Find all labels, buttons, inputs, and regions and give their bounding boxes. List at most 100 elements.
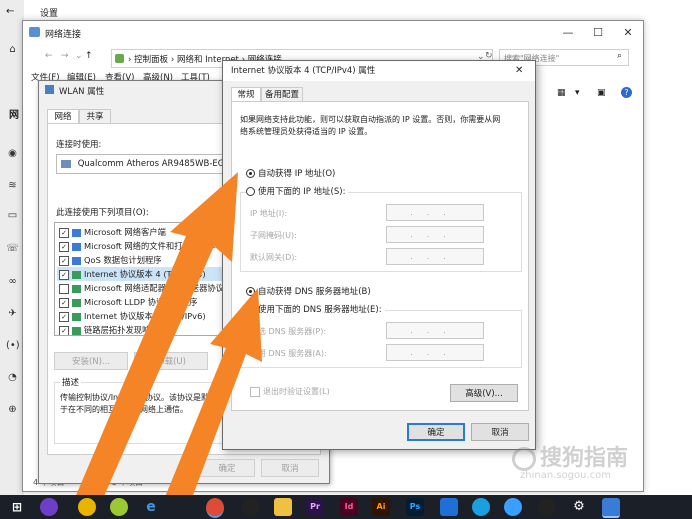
radio-selected-icon[interactable] bbox=[246, 287, 255, 296]
list-item[interactable]: ✓ 链路层拓扑发现响应程序 bbox=[59, 323, 176, 335]
checkbox-icon[interactable] bbox=[59, 283, 69, 294]
list-item[interactable]: ✓ Internet 协议版本 6 (TCP/IPv6) bbox=[59, 309, 206, 323]
advanced-button[interactable]: 高级(V)... bbox=[450, 384, 518, 402]
help-icon[interactable]: ? bbox=[621, 87, 632, 98]
tab-sharing[interactable]: 共享 bbox=[79, 109, 111, 124]
breadcrumb-item[interactable]: 控制面板 bbox=[134, 55, 168, 65]
checkbox-icon[interactable]: ✓ bbox=[59, 325, 69, 335]
checkbox-icon[interactable]: ✓ bbox=[59, 297, 69, 308]
home-icon[interactable]: ⌂ bbox=[6, 44, 19, 56]
settings-icon[interactable]: ⚙ bbox=[570, 498, 588, 516]
auto-ip-radio[interactable]: 自动获得 IP 地址(O) bbox=[246, 168, 335, 180]
windows-icon[interactable]: ⊞ bbox=[8, 498, 26, 516]
list-item[interactable]: ✓ QoS 数据包计划程序 bbox=[59, 253, 162, 267]
view-dropdown-icon[interactable]: ▾ bbox=[575, 88, 580, 98]
cortana-icon[interactable] bbox=[40, 498, 58, 516]
forward-arrow-icon[interactable]: → bbox=[61, 51, 69, 61]
network-adapter-icon bbox=[61, 159, 71, 168]
ipv4-cancel-button[interactable]: 取消 bbox=[471, 423, 529, 441]
validate-on-exit-checkbox[interactable]: 退出时验证设置(L) bbox=[250, 386, 330, 398]
alternate-dns-field[interactable]: ... bbox=[386, 344, 484, 361]
edge-icon[interactable]: e bbox=[142, 498, 160, 516]
list-item[interactable]: ✓ Microsoft 网络的文件和打印机共享 bbox=[59, 239, 216, 253]
network-icon[interactable] bbox=[602, 498, 620, 518]
ethernet-icon[interactable]: ▭ bbox=[6, 210, 19, 222]
up-arrow-icon[interactable]: ↑ bbox=[85, 51, 93, 61]
list-item[interactable]: Microsoft 网络适配器多路传送器协议 bbox=[59, 281, 224, 295]
security-icon[interactable] bbox=[440, 498, 458, 516]
checkbox-icon[interactable]: ✓ bbox=[59, 255, 69, 266]
settings-title: 设置 bbox=[40, 9, 59, 19]
intro-text: 络系统管理员处获得适当的 IP 设置。 bbox=[240, 127, 373, 136]
qq-browser-icon[interactable] bbox=[110, 498, 128, 516]
globe-icon[interactable]: ◉ bbox=[6, 148, 19, 160]
install-button[interactable]: 安装(N)... bbox=[54, 352, 128, 370]
store-icon[interactable] bbox=[78, 498, 96, 516]
indesign-icon[interactable]: Id bbox=[340, 498, 358, 516]
wifi-icon[interactable]: ≋ bbox=[6, 180, 19, 192]
preview-pane-icon[interactable]: ▣ bbox=[597, 88, 606, 98]
list-item-label: Internet 协议版本 4 (TCP/IPv4) bbox=[84, 269, 206, 279]
auto-dns-radio[interactable]: 自动获得 DNS 服务器地址(B) bbox=[246, 286, 371, 298]
ip-address-field[interactable]: ... bbox=[386, 204, 484, 221]
list-item-label: Microsoft 网络适配器多路传送器协议 bbox=[84, 283, 224, 293]
gateway-field[interactable]: ... bbox=[386, 248, 484, 265]
list-item-label: QoS 数据包计划程序 bbox=[84, 255, 162, 265]
photoshop-icon[interactable]: Ps bbox=[406, 498, 424, 516]
list-item[interactable]: ✓ Microsoft LLDP 协议驱动程序 bbox=[59, 295, 197, 309]
back-arrow-icon[interactable]: ← bbox=[45, 51, 53, 61]
checkbox-icon[interactable] bbox=[250, 386, 260, 397]
explorer-icon[interactable] bbox=[274, 498, 292, 516]
list-item-label: Microsoft LLDP 协议驱动程序 bbox=[84, 297, 198, 307]
qq-icon[interactable] bbox=[242, 498, 260, 516]
radio-unselected-icon[interactable] bbox=[246, 187, 255, 196]
list-item[interactable]: ✓ Internet 协议版本 4 (TCP/IPv4) bbox=[57, 267, 245, 281]
breadcrumb-sep-icon: › bbox=[128, 55, 132, 65]
dialup-icon[interactable]: ☏ bbox=[6, 243, 19, 255]
checkbox-icon[interactable]: ✓ bbox=[59, 241, 69, 252]
data-usage-icon[interactable]: ◔ bbox=[6, 372, 19, 384]
browser-icon[interactable] bbox=[504, 498, 522, 516]
wlan-cancel-button[interactable]: 取消 bbox=[261, 459, 319, 477]
wlan-ok-button[interactable]: 确定 bbox=[199, 459, 255, 477]
list-item-label: 链路层拓扑发现响应程序 bbox=[84, 325, 176, 335]
control-panel-icon bbox=[115, 54, 124, 63]
vpn-icon[interactable]: ∞ bbox=[6, 276, 19, 288]
maximize-button[interactable]: ☐ bbox=[583, 21, 613, 45]
checkbox-icon[interactable]: ✓ bbox=[59, 227, 69, 238]
protocol-icon bbox=[72, 312, 81, 321]
manual-dns-radio[interactable]: 使用下面的 DNS 服务器地址(E): bbox=[246, 304, 385, 316]
close-button[interactable]: ✕ bbox=[613, 21, 643, 45]
chrome-icon[interactable] bbox=[206, 498, 224, 518]
watermark-text: 搜狗指南 bbox=[540, 446, 629, 471]
checkbox-icon[interactable]: ✓ bbox=[59, 269, 69, 280]
checkbox-icon[interactable]: ✓ bbox=[59, 311, 69, 322]
alternate-dns-label: 备用 DNS 服务器(A): bbox=[250, 349, 327, 358]
minimize-button[interactable]: — bbox=[553, 21, 583, 45]
tab-alternate-config[interactable]: 备用配置 bbox=[261, 87, 303, 102]
proxy-icon[interactable]: ⊕ bbox=[6, 404, 19, 416]
settings-back-icon[interactable]: ← bbox=[6, 6, 14, 17]
feishu-icon[interactable] bbox=[472, 498, 490, 516]
preferred-dns-field[interactable]: ... bbox=[386, 322, 484, 339]
tab-network[interactable]: 网络 bbox=[47, 109, 79, 124]
radio-selected-icon[interactable] bbox=[246, 169, 255, 178]
network-service-icon bbox=[72, 256, 81, 265]
view-options-icon[interactable]: ▦ bbox=[557, 88, 566, 98]
ip-address-label: IP 地址(I): bbox=[250, 209, 288, 218]
illustrator-icon[interactable]: Ai bbox=[372, 498, 390, 516]
premiere-icon[interactable]: Pr bbox=[306, 498, 324, 516]
dialog-close-icon[interactable]: ✕ bbox=[515, 61, 523, 81]
qq2-icon[interactable] bbox=[538, 498, 556, 516]
protocol-items-list[interactable]: ✓ Microsoft 网络客户端 ✓ Microsoft 网络的文件和打印机共享 … bbox=[54, 222, 246, 336]
airplane-icon[interactable]: ✈ bbox=[6, 308, 19, 320]
hotspot-icon[interactable]: (•) bbox=[6, 340, 20, 352]
subnet-mask-field[interactable]: ... bbox=[386, 226, 484, 243]
ipv4-ok-button[interactable]: 确定 bbox=[407, 423, 465, 441]
radio-unselected-icon[interactable] bbox=[246, 305, 255, 314]
list-item[interactable]: ✓ Microsoft 网络客户端 bbox=[59, 225, 166, 239]
uninstall-button[interactable]: 卸载(U) bbox=[134, 352, 208, 370]
manual-ip-radio[interactable]: 使用下面的 IP 地址(S): bbox=[246, 186, 349, 198]
tab-general[interactable]: 常规 bbox=[231, 87, 261, 102]
recent-chevron-icon[interactable]: ⌄ bbox=[75, 51, 83, 61]
